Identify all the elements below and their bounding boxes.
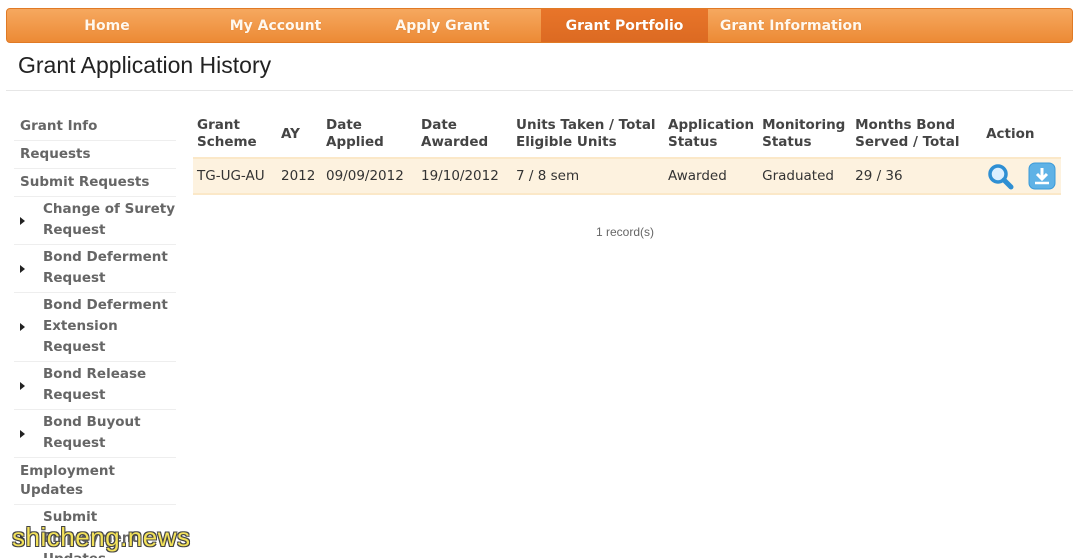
cell-grant-scheme: TG-UG-AU bbox=[193, 157, 277, 195]
sidebar-subitem-bond-release[interactable]: Bond Release Request bbox=[14, 362, 176, 410]
col-header-action: Action bbox=[986, 125, 1035, 142]
col-header-grant-scheme: Grant Scheme bbox=[197, 117, 257, 150]
sidebar-item-grant-info[interactable]: Grant Info bbox=[14, 113, 176, 141]
table-header-row: Grant Scheme AY Date Applied Date Awarde… bbox=[193, 113, 1061, 158]
sidebar-subitem-bond-deferment-extension[interactable]: Bond Deferment Extension Request bbox=[14, 293, 176, 362]
nav-my-account[interactable]: My Account bbox=[207, 9, 344, 42]
table-row: TG-UG-AU 2012 09/09/2012 19/10/2012 7 / … bbox=[193, 157, 1061, 195]
cell-date-awarded: 19/10/2012 bbox=[417, 157, 512, 195]
caret-right-icon bbox=[20, 323, 25, 331]
caret-right-icon bbox=[20, 381, 25, 390]
nav-home[interactable]: Home bbox=[7, 9, 207, 42]
nav-grant-information[interactable]: Grant Information bbox=[708, 9, 874, 42]
top-nav: Home My Account Apply Grant Grant Portfo… bbox=[6, 8, 1073, 43]
page-title: Grant Application History bbox=[18, 52, 272, 78]
grant-history-table: Grant Scheme AY Date Applied Date Awarde… bbox=[193, 113, 1061, 195]
cell-months-bond: 29 / 36 bbox=[851, 157, 983, 195]
watermark: shicheng.news bbox=[12, 522, 191, 552]
title-divider bbox=[6, 90, 1073, 91]
cell-units: 7 / 8 sem bbox=[512, 157, 664, 195]
caret-right-icon bbox=[20, 429, 25, 438]
sidebar-subitem-bond-buyout[interactable]: Bond Buyout Request bbox=[14, 410, 176, 458]
cell-application-status: Awarded bbox=[664, 157, 759, 195]
cell-ay: 2012 bbox=[277, 157, 322, 195]
sidebar-subitem-label: Bond Deferment Extension Request bbox=[43, 297, 168, 355]
sidebar-subitem-label: Change of Surety Request bbox=[43, 201, 176, 238]
download-icon[interactable] bbox=[1028, 162, 1056, 190]
sidebar-subitem-change-of-surety[interactable]: Change of Surety Request bbox=[14, 197, 176, 245]
record-count: 1 record(s) bbox=[596, 225, 655, 239]
col-header-date-applied: Date Applied bbox=[326, 117, 384, 150]
col-header-ay: AY bbox=[281, 125, 300, 142]
caret-right-icon bbox=[20, 216, 25, 225]
magnifier-icon[interactable] bbox=[986, 162, 1014, 190]
col-header-months-bond: Months Bond Served / Total bbox=[855, 117, 960, 150]
col-header-units: Units Taken / Total Eligible Units bbox=[516, 117, 656, 150]
col-header-application-status: Application Status bbox=[668, 117, 755, 150]
cell-date-applied: 09/09/2012 bbox=[322, 157, 417, 195]
col-header-date-awarded: Date Awarded bbox=[421, 117, 489, 150]
sidebar: Grant Info Requests Submit Requests Chan… bbox=[14, 113, 176, 558]
nav-apply-grant[interactable]: Apply Grant bbox=[344, 9, 541, 42]
nav-grant-portfolio[interactable]: Grant Portfolio bbox=[541, 9, 708, 42]
sidebar-subitem-bond-deferment[interactable]: Bond Deferment Request bbox=[14, 245, 176, 293]
cell-monitoring-status: Graduated bbox=[758, 157, 852, 195]
sidebar-subitem-label: Bond Release Request bbox=[43, 366, 147, 403]
cell-actions bbox=[982, 157, 1061, 195]
sidebar-subitem-label: Bond Deferment Request bbox=[43, 249, 168, 286]
col-header-monitoring-status: Monitoring Status bbox=[762, 117, 846, 150]
sidebar-item-submit-requests[interactable]: Submit Requests bbox=[14, 169, 176, 197]
sidebar-item-requests[interactable]: Requests bbox=[14, 141, 176, 169]
caret-right-icon bbox=[20, 264, 25, 273]
sidebar-item-employment-updates[interactable]: Employment Updates bbox=[14, 458, 176, 505]
sidebar-subitem-label: Bond Buyout Request bbox=[43, 414, 141, 451]
